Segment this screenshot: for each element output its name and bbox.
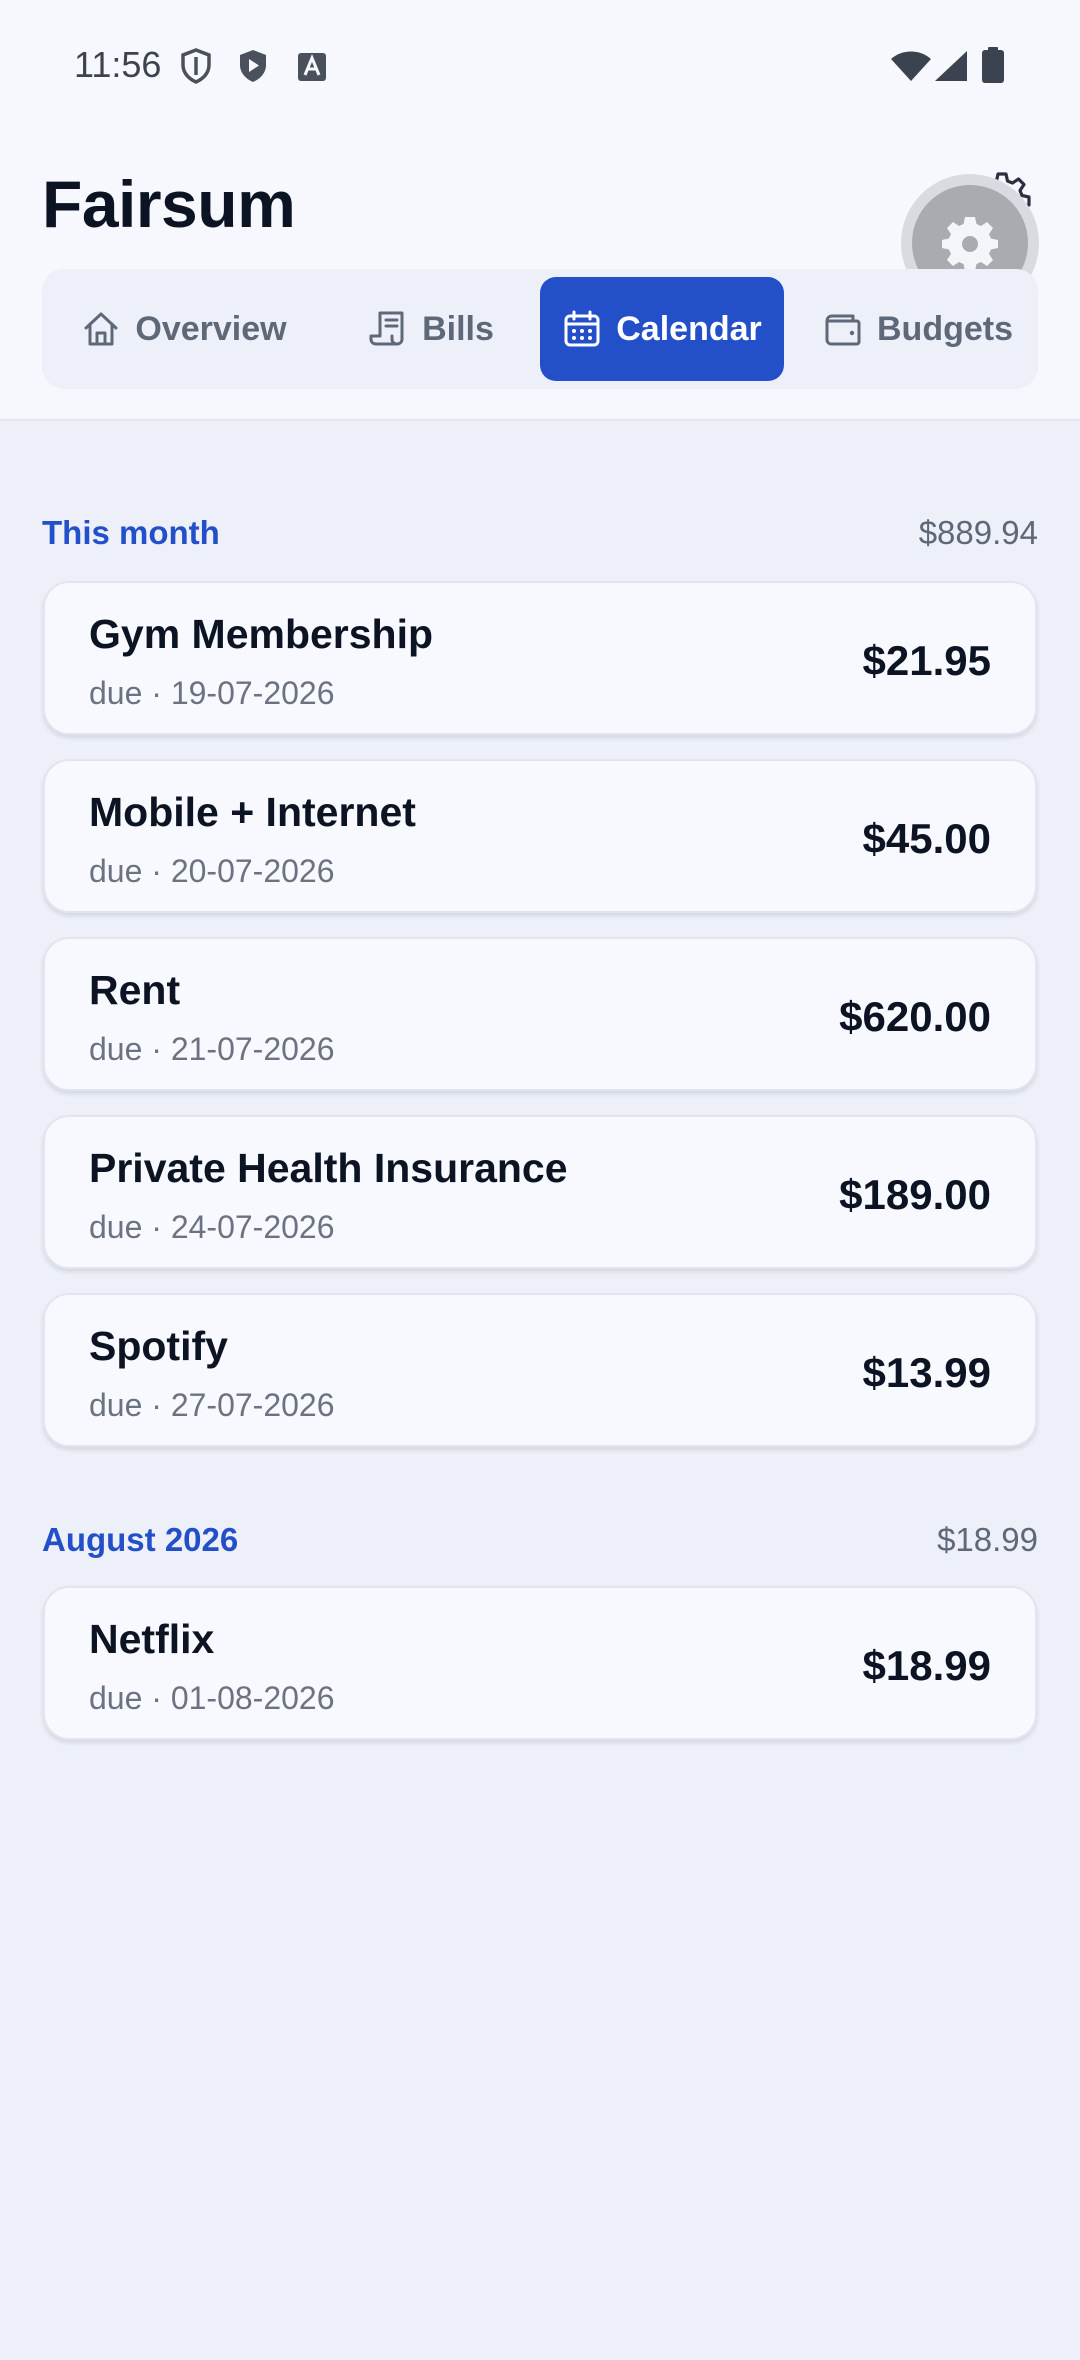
battery-icon [982,47,1004,83]
bill-amount: $620.00 [839,993,991,1040]
bill-amount: $21.95 [862,637,991,684]
bill-card[interactable]: Rent due · 21-07-2026 $620.00 [43,937,1037,1091]
bill-card[interactable]: Netflix due · 01-08-2026 $18.99 [43,1586,1037,1740]
status-bar: 11:56 [0,0,1080,130]
section-title: August 2026 [42,1521,239,1558]
wifi-icon [891,51,931,81]
section-header-this-month: This month $889.94 [42,514,1038,564]
bill-card[interactable]: Spotify due · 27-07-2026 $13.99 [43,1293,1037,1447]
tab-label: Calendar [616,309,762,348]
text-a-icon [298,53,326,81]
tab-bills[interactable]: Bills [346,277,516,381]
section-total: $889.94 [918,514,1038,551]
bill-amount: $18.99 [862,1642,991,1689]
bill-name: Private Health Insurance [89,1145,568,1191]
shield-play-icon [240,50,266,82]
bill-name: Netflix [89,1616,215,1662]
bill-card[interactable]: Private Health Insurance due · 24-07-202… [43,1115,1037,1269]
bill-due-date: due · 21-07-2026 [89,1031,335,1067]
bill-name: Spotify [89,1323,228,1369]
bill-card[interactable]: Mobile + Internet due · 20-07-2026 $45.0… [43,759,1037,913]
app-header: 11:56 Fairsum Overview Bills Calendar Bu… [0,0,1080,421]
tab-bar: Overview Bills Calendar Budgets [42,269,1038,389]
bill-due-date: due · 27-07-2026 [89,1387,335,1423]
calendar-icon [564,310,600,347]
bill-due-date: due · 24-07-2026 [89,1209,335,1245]
section-total: $18.99 [937,1521,1038,1558]
bill-amount: $189.00 [839,1171,991,1218]
tab-calendar[interactable]: Calendar [540,277,784,381]
app-title: Fairsum [42,167,296,241]
tab-budgets[interactable]: Budgets [808,277,1028,381]
bill-name: Gym Membership [89,611,434,657]
bill-amount: $13.99 [862,1349,991,1396]
receipt-icon [369,311,404,346]
shield-outline-icon [181,48,211,84]
tab-label: Overview [135,309,287,348]
status-time: 11:56 [74,44,162,85]
bill-name: Mobile + Internet [89,789,416,835]
bill-name: Rent [89,967,181,1013]
bill-due-date: due · 01-08-2026 [89,1680,335,1716]
gear-icon [942,217,998,271]
bill-amount: $45.00 [862,815,991,862]
home-icon [84,312,118,346]
bill-due-date: due · 20-07-2026 [89,853,335,889]
wallet-icon [825,314,861,346]
cell-signal-icon [935,51,967,81]
bill-card[interactable]: Gym Membership due · 19-07-2026 $21.95 [43,581,1037,735]
tab-overview[interactable]: Overview [56,277,312,381]
section-header-august-2026: August 2026 $18.99 [42,1521,1038,1571]
section-title: This month [42,514,220,551]
tab-label: Bills [422,309,494,348]
bill-due-date: due · 19-07-2026 [89,675,335,711]
tab-label: Budgets [877,309,1013,348]
